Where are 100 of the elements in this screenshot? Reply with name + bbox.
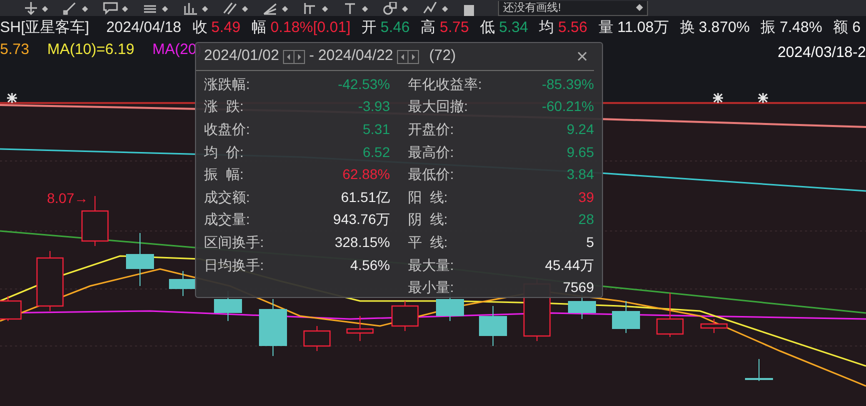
stat-value: -42.53% <box>338 74 390 94</box>
stat-label: 最大回撤: <box>408 97 468 116</box>
stat-value: 9.65 <box>566 142 594 162</box>
close-button[interactable]: × <box>576 46 588 66</box>
asterisk-icon <box>712 92 724 104</box>
candlestick <box>126 232 154 286</box>
caret-icon[interactable] <box>242 6 248 12</box>
caret-icon <box>636 4 643 11</box>
field-label: 量 <box>598 18 614 38</box>
date-stepper[interactable] <box>397 50 420 64</box>
caret-icon[interactable] <box>162 6 168 12</box>
quote-date: 2024/04/18 <box>106 18 182 38</box>
ma-legend: MA(20) <box>152 39 202 62</box>
stat-label: 涨 跌: <box>204 97 244 116</box>
field-label: 换 <box>680 18 695 38</box>
stat-value: 328.15% <box>334 232 390 252</box>
line-select[interactable]: 还没有画线! <box>498 1 648 16</box>
drawing-tool-icon[interactable] <box>62 2 78 16</box>
stat-value: -85.39% <box>542 74 594 94</box>
stat-value: -3.93 <box>358 97 390 116</box>
candlestick <box>259 298 287 356</box>
stat-value: 5 <box>586 232 594 252</box>
end-date[interactable]: 2024/04/22 <box>318 45 394 68</box>
stat-label: 最大量: <box>408 256 454 275</box>
drawing-tool-icon[interactable] <box>262 2 278 16</box>
price-annotation: 8.07→ <box>47 189 88 208</box>
asterisk-icon <box>6 92 18 104</box>
stat-value: 62.88% <box>342 165 390 184</box>
stat-value: 28 <box>578 210 594 230</box>
stat-label: 均 价: <box>204 142 244 162</box>
drawing-tool-icon[interactable] <box>182 2 198 16</box>
stat-value: 45.44万 <box>544 256 594 275</box>
candlestick <box>391 300 419 332</box>
field-value: 5.56 <box>558 18 588 38</box>
stat-label: 阳 线: <box>408 188 448 207</box>
stat-value: 7569 <box>562 278 594 298</box>
caret-icon[interactable] <box>282 6 288 12</box>
stat-value: -60.21% <box>542 97 594 116</box>
stat-label: 成交量: <box>204 210 250 230</box>
caret-icon[interactable] <box>42 6 48 12</box>
stat-label: 收盘价: <box>204 120 250 139</box>
stat-value: 61.51亿 <box>340 188 390 207</box>
stat-value: 6.52 <box>362 142 390 162</box>
drawing-tool-icon[interactable] <box>102 2 118 16</box>
caret-icon[interactable] <box>362 6 368 12</box>
stat-label: 最高价: <box>408 142 454 162</box>
caret-icon[interactable] <box>322 6 328 12</box>
caret-icon[interactable] <box>402 6 408 12</box>
candlestick <box>169 270 197 296</box>
stat-value: 5.31 <box>362 120 390 139</box>
caret-icon[interactable] <box>122 6 128 12</box>
field-label: 额 <box>833 18 848 38</box>
stat-label: 区间换手: <box>204 232 264 252</box>
caret-icon[interactable] <box>82 6 88 12</box>
stat-value: 39 <box>578 188 594 207</box>
candlestick <box>36 250 64 312</box>
stat-label: 开盘价: <box>408 120 454 139</box>
stat-value: 4.56% <box>350 256 390 275</box>
caret-icon[interactable] <box>202 6 208 12</box>
ma-legend: MA(10)=6.19 <box>47 39 134 62</box>
stat-label: 成交额: <box>204 188 250 207</box>
stock-name: SH[亚星客车] <box>0 18 90 38</box>
stat-label: 最小量: <box>408 278 454 298</box>
field-value: 5.34 <box>498 18 528 38</box>
stat-value: 9.24 <box>566 120 594 139</box>
field-value: 5.49 <box>211 18 240 38</box>
stat-label: 日均换手: <box>204 256 264 275</box>
candlestick <box>346 316 374 342</box>
date-stepper[interactable] <box>283 50 306 64</box>
stat-label: 年化收益率: <box>408 74 482 94</box>
caret-icon[interactable] <box>442 6 448 12</box>
candlestick <box>656 292 684 338</box>
drawing-tool-icon[interactable] <box>382 2 398 16</box>
stat-label: 振 幅: <box>204 165 244 184</box>
drawing-tool-icon[interactable] <box>342 2 358 16</box>
field-value: 5.75 <box>440 18 469 38</box>
field-value: 11.08万 <box>617 18 669 38</box>
dropdown-value: 还没有画线! <box>503 1 562 15</box>
day-count: (72) <box>429 46 456 66</box>
stat-label: 阴 线: <box>408 210 448 230</box>
candlestick <box>612 300 640 334</box>
field-label: 振 <box>760 18 776 38</box>
field-label: 均 <box>539 18 554 38</box>
start-date[interactable]: 2024/01/02 <box>204 45 280 68</box>
drawing-tool-icon[interactable] <box>302 2 318 16</box>
stat-value: 3.84 <box>566 165 594 184</box>
candlestick <box>700 318 728 334</box>
drawing-tool-icon[interactable] <box>422 2 438 16</box>
drawing-tool-icon[interactable] <box>22 2 38 16</box>
stat-value: 943.76万 <box>333 210 390 230</box>
ma-legend: 5.73 <box>0 39 30 62</box>
field-label: 高 <box>420 18 436 38</box>
field-label: 收 <box>192 18 208 38</box>
date-separator: - <box>309 46 314 66</box>
field-value: 0.18%[0.01] <box>270 18 351 38</box>
field-value: 6 <box>852 18 861 38</box>
stat-label: 涨跌幅: <box>204 74 250 94</box>
drawing-tool-icon[interactable] <box>222 2 238 16</box>
candlestick <box>479 306 507 346</box>
candlestick <box>745 358 773 382</box>
